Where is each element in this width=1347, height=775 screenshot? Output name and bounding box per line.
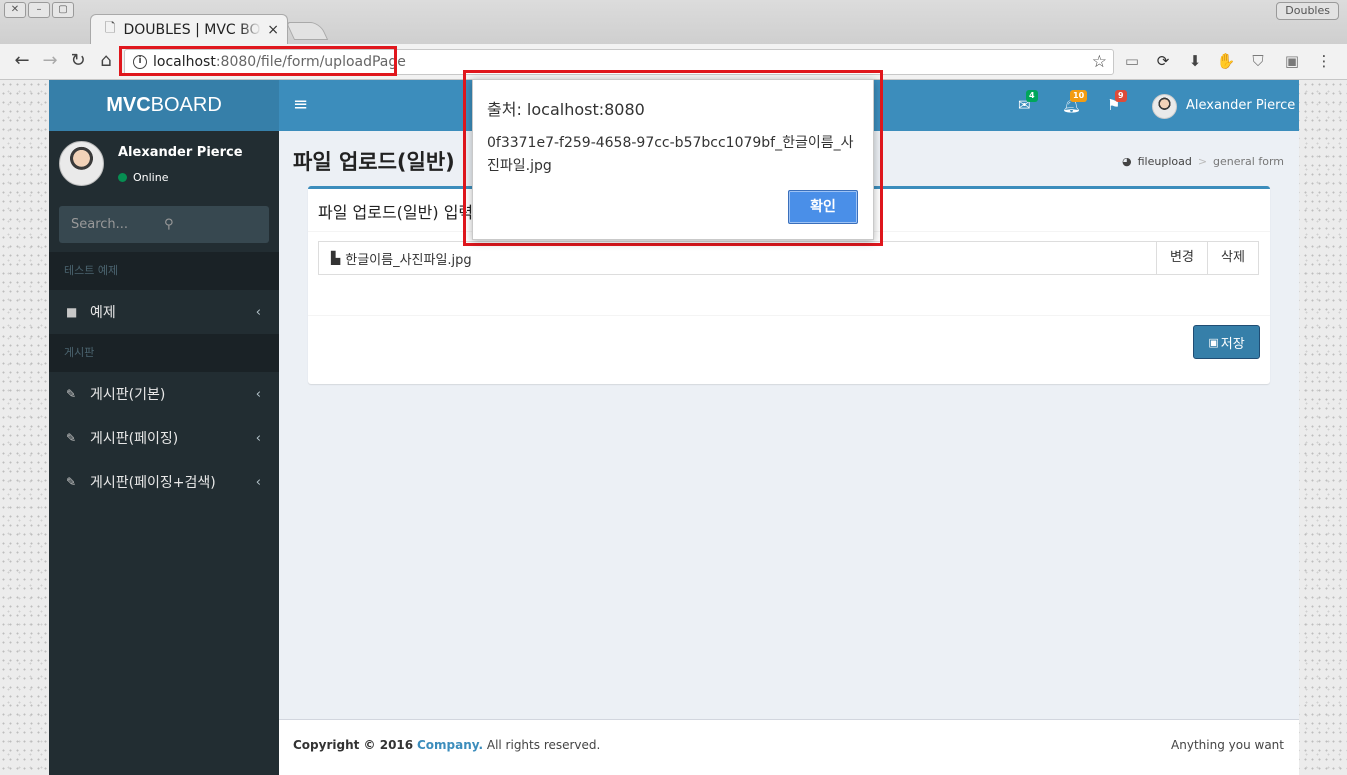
sidebar-item-board-basic[interactable]: ✎ 게시판(기본) ‹ (49, 372, 279, 416)
chevron-left-icon: ‹ (255, 386, 261, 402)
user-status: Online (118, 171, 168, 184)
save-button[interactable]: ▣ 저장 (1193, 325, 1260, 359)
extension-ex-icon[interactable]: ▣ (1282, 52, 1302, 70)
alert-dialog: 출처: localhost:8080 0f3371e7-f259-4658-97… (472, 79, 874, 240)
logo[interactable]: MVCBOARD (49, 80, 279, 131)
bookmark-star-icon[interactable]: ☆ (1092, 52, 1107, 72)
sidebar-header-board: 게시판 (49, 334, 279, 372)
chevron-left-icon: ‹ (255, 474, 261, 490)
back-icon[interactable]: ← (11, 50, 33, 71)
maximize-window-icon[interactable]: ▢ (52, 2, 74, 18)
user-panel: Alexander Pierce Online (49, 131, 279, 206)
new-tab-button[interactable] (285, 22, 329, 40)
footer-copyright: Copyright © 2016 Company. All rights res… (293, 738, 600, 752)
sidebar-item-board-paging-search[interactable]: ✎ 게시판(페이징+검색) ‹ (49, 460, 279, 504)
page-icon: 🗋 (105, 20, 116, 36)
box-footer-divider (308, 315, 1270, 316)
browser-titlebar: ✕ – ▢ Doubles 🗋 DOUBLES | MVC BOARD × (0, 0, 1347, 44)
notifications-badge: 10 (1070, 90, 1088, 102)
sidebar-item-label: 게시판(페이징+검색) (90, 475, 216, 491)
footer-right-text: Anything you want (1171, 738, 1284, 752)
folder-icon: ■ (66, 305, 78, 319)
company-link[interactable]: Company. (417, 738, 483, 752)
extension-cast-icon[interactable]: ▭ (1122, 52, 1142, 70)
search-icon[interactable]: ⚲ (164, 217, 257, 232)
edit-icon: ✎ (66, 431, 77, 445)
dialog-ok-button[interactable]: 확인 (788, 190, 858, 224)
window-controls: ✕ – ▢ (4, 2, 74, 18)
main-footer: Copyright © 2016 Company. All rights res… (279, 719, 1299, 775)
floppy-disk-icon: ▣ (1208, 335, 1219, 349)
dialog-title: 출처: localhost:8080 (487, 100, 645, 119)
browser-tab-active[interactable]: 🗋 DOUBLES | MVC BOARD × (90, 14, 288, 44)
file-name-label: 한글이름_사진파일.jpg (345, 252, 472, 268)
sidebar: MVCBOARD Alexander Pierce Online Search.… (49, 80, 279, 775)
navbar-avatar[interactable] (1152, 94, 1177, 119)
sidebar-item-label: 예제 (90, 305, 116, 321)
home-icon[interactable]: ⌂ (95, 50, 117, 71)
online-dot-icon (118, 173, 127, 182)
close-window-icon[interactable]: ✕ (4, 2, 26, 18)
minimize-window-icon[interactable]: – (28, 2, 50, 18)
user-status-label: Online (133, 171, 169, 184)
search-placeholder: Search... (71, 217, 129, 232)
breadcrumb-active: general form (1213, 155, 1284, 168)
delete-file-button[interactable]: 삭제 (1207, 242, 1258, 274)
file-name: ▙ 한글이름_사진파일.jpg (319, 249, 1156, 268)
breadcrumb-separator: > (1197, 155, 1208, 168)
copyright-text: Copyright © 2016 (293, 738, 414, 752)
dashboard-icon: ◕ (1122, 155, 1132, 168)
sidebar-header-test: 테스트 예제 (49, 252, 279, 290)
extension-sync-icon[interactable]: ⟳ (1153, 52, 1173, 70)
reload-icon[interactable]: ↻ (67, 50, 89, 71)
navbar-user-name[interactable]: Alexander Pierce (1186, 98, 1295, 113)
sidebar-item-example[interactable]: ■ 예제 ‹ (49, 290, 279, 334)
sidebar-search-input[interactable]: Search... ⚲ (59, 206, 269, 243)
browser-menu-icon[interactable]: ⋮ (1314, 52, 1334, 70)
messages-badge: 4 (1026, 90, 1038, 102)
dialog-message: 0f3371e7-f259-4658-97cc-b57bcc1079bf_한글이… (487, 135, 854, 174)
tab-close-icon[interactable]: × (267, 22, 279, 38)
url-highlight-box (119, 46, 397, 76)
tasks-flag-icon[interactable]: ⚑ 9 (1107, 90, 1127, 114)
sidebar-toggle-icon[interactable]: ≡ (293, 94, 308, 115)
notifications-bell-icon[interactable]: 🔔︎ 10 (1062, 90, 1088, 114)
user-panel-name: Alexander Pierce (118, 145, 243, 160)
rights-text: All rights reserved. (486, 738, 601, 752)
profile-button[interactable]: Doubles (1276, 2, 1339, 20)
extension-shield-icon[interactable]: ⛉ (1248, 52, 1268, 70)
sidebar-item-label: 게시판(기본) (90, 387, 166, 403)
save-label: 저장 (1220, 336, 1245, 352)
tasks-badge: 9 (1115, 90, 1127, 102)
extension-hand-icon[interactable]: ✋ (1216, 52, 1236, 70)
file-row: ▙ 한글이름_사진파일.jpg 변경 삭제 (318, 241, 1259, 275)
file-icon: ▙ (331, 251, 341, 265)
logo-bold: MVC (106, 94, 151, 116)
avatar (59, 141, 104, 186)
edit-icon: ✎ (66, 475, 77, 489)
box-title: 파일 업로드(일반) 입력 (318, 203, 474, 222)
page-title: 파일 업로드(일반) (293, 150, 455, 174)
sidebar-item-board-paging[interactable]: ✎ 게시판(페이징) ‹ (49, 416, 279, 460)
breadcrumb-home[interactable]: fileupload (1138, 155, 1192, 168)
chevron-left-icon: ‹ (255, 430, 261, 446)
tab-title: DOUBLES | MVC BOARD (123, 21, 261, 38)
chevron-left-icon: ‹ (255, 304, 261, 320)
edit-icon: ✎ (66, 387, 77, 401)
change-file-button[interactable]: 변경 (1156, 242, 1207, 274)
sidebar-item-label: 게시판(페이징) (90, 431, 179, 447)
breadcrumb: ◕ fileupload > general form (1122, 155, 1284, 168)
messages-icon[interactable]: ✉ 4 (1018, 90, 1038, 114)
download-icon[interactable]: ⬇ (1185, 52, 1205, 70)
forward-icon[interactable]: → (39, 50, 61, 71)
logo-rest: BOARD (150, 94, 222, 116)
